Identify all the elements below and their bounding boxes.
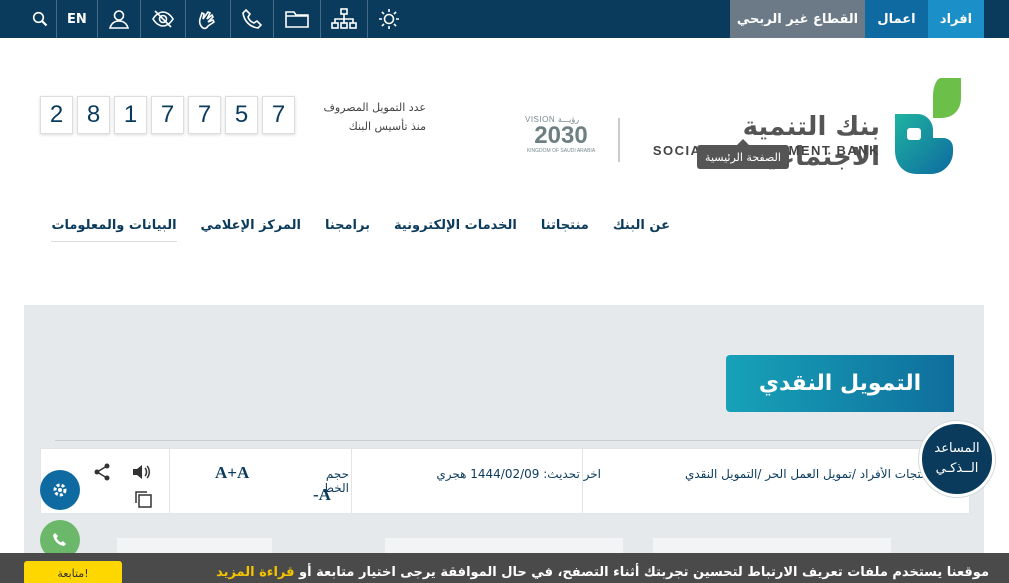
sitemap-icon[interactable] [321,0,368,38]
brand-divider [618,118,620,162]
segment-individuals[interactable]: افراد [928,0,984,38]
smart-assistant-button[interactable]: المساعد الــذكـي [919,421,995,497]
phone-icon [53,533,66,546]
cookie-message: موقعنا يستخدم ملفات تعريف الارتباط لتحسي… [216,565,989,580]
nav-item-about[interactable]: عن البنك [613,218,670,242]
counter-label-line2: منذ تأسيس البنك [348,120,426,133]
search-icon[interactable] [24,0,57,38]
title-divider [55,440,955,441]
gear-icon [53,483,67,497]
nav-item-eservices[interactable]: الخدمات الإلكترونية [394,218,517,242]
cookie-banner: موقعنا يستخدم ملفات تعريف الارتباط لتحسي… [0,553,1009,583]
info-divider [351,449,352,513]
vision-2030-logo: VISION رؤيـــة 2030 KINGDOM OF SAUDI ARA… [525,115,597,165]
nav-item-media[interactable]: المركز الإعلامي [201,218,301,242]
counter-label: عدد التمويل المصروف منذ تأسيس البنك [300,98,426,136]
segment-nonprofit[interactable]: القطاع غير الربحي [730,0,865,38]
visibility-icon[interactable] [141,0,186,38]
sun-icon[interactable] [368,0,410,38]
folder-icon[interactable] [274,0,321,38]
page-info-bar: نا /منتجات الأفراد /تمويل العمل الحر /ال… [40,448,970,514]
counter-digit: 8 [77,96,110,134]
counter-digit: 5 [225,96,258,134]
nav-item-programs[interactable]: برامجنا [325,218,370,242]
copy-icon[interactable] [133,489,153,509]
top-bar: افراد اعمال القطاع غير الربحي EN [0,0,1009,38]
segment-business[interactable]: اعمال [865,0,928,38]
counter-digit: 2 [40,96,73,134]
language-switch[interactable]: EN [57,0,98,38]
font-decrease-button[interactable]: -A [313,485,331,505]
assistant-line2: الــذكـي [935,461,979,476]
settings-button[interactable] [40,470,80,510]
utility-icons: EN [24,0,410,38]
nav-item-data[interactable]: البيانات والمعلومات [51,218,177,242]
bank-logo-icon[interactable] [893,78,961,174]
counter-digit: 7 [188,96,221,134]
funding-counter: 2 8 1 7 7 5 7 [40,96,295,134]
vision-year: 2030 [534,122,588,149]
assistant-line1: المساعد [934,441,980,456]
counter-label-line1: عدد التمويل المصروف [323,101,426,114]
cookie-accept-button[interactable]: متابعة! [24,561,122,583]
counter-digit: 7 [262,96,295,134]
nav-item-products[interactable]: منتجاتنا [541,218,589,242]
main-nav: عن البنك منتجاتنا الخدمات الإلكترونية بر… [40,218,670,242]
page-title: التمويل النقدي [726,355,954,412]
speaker-icon[interactable] [131,463,151,481]
phone-icon[interactable] [231,0,274,38]
sign-language-icon[interactable] [186,0,231,38]
info-divider [169,449,170,513]
font-increase-button[interactable]: A+A [215,463,249,483]
info-divider [582,449,583,513]
vision-subtitle: KINGDOM OF SAUDI ARABIA [526,148,596,154]
counter-digit: 7 [151,96,184,134]
page-tools [93,457,163,509]
cookie-read-more-link[interactable]: قراءة المزيد [216,565,294,580]
user-icon[interactable] [98,0,141,38]
share-icon[interactable] [93,463,111,481]
last-updated: اخر تحديث: 1444/02/09 هجري [436,467,601,481]
breadcrumb[interactable]: نا /منتجات الأفراد /تمويل العمل الحر /ال… [616,467,946,481]
home-tooltip: الصفحة الرئيسية [697,139,789,169]
counter-digit: 1 [114,96,147,134]
cookie-text: موقعنا يستخدم ملفات تعريف الارتباط لتحسي… [294,565,989,580]
